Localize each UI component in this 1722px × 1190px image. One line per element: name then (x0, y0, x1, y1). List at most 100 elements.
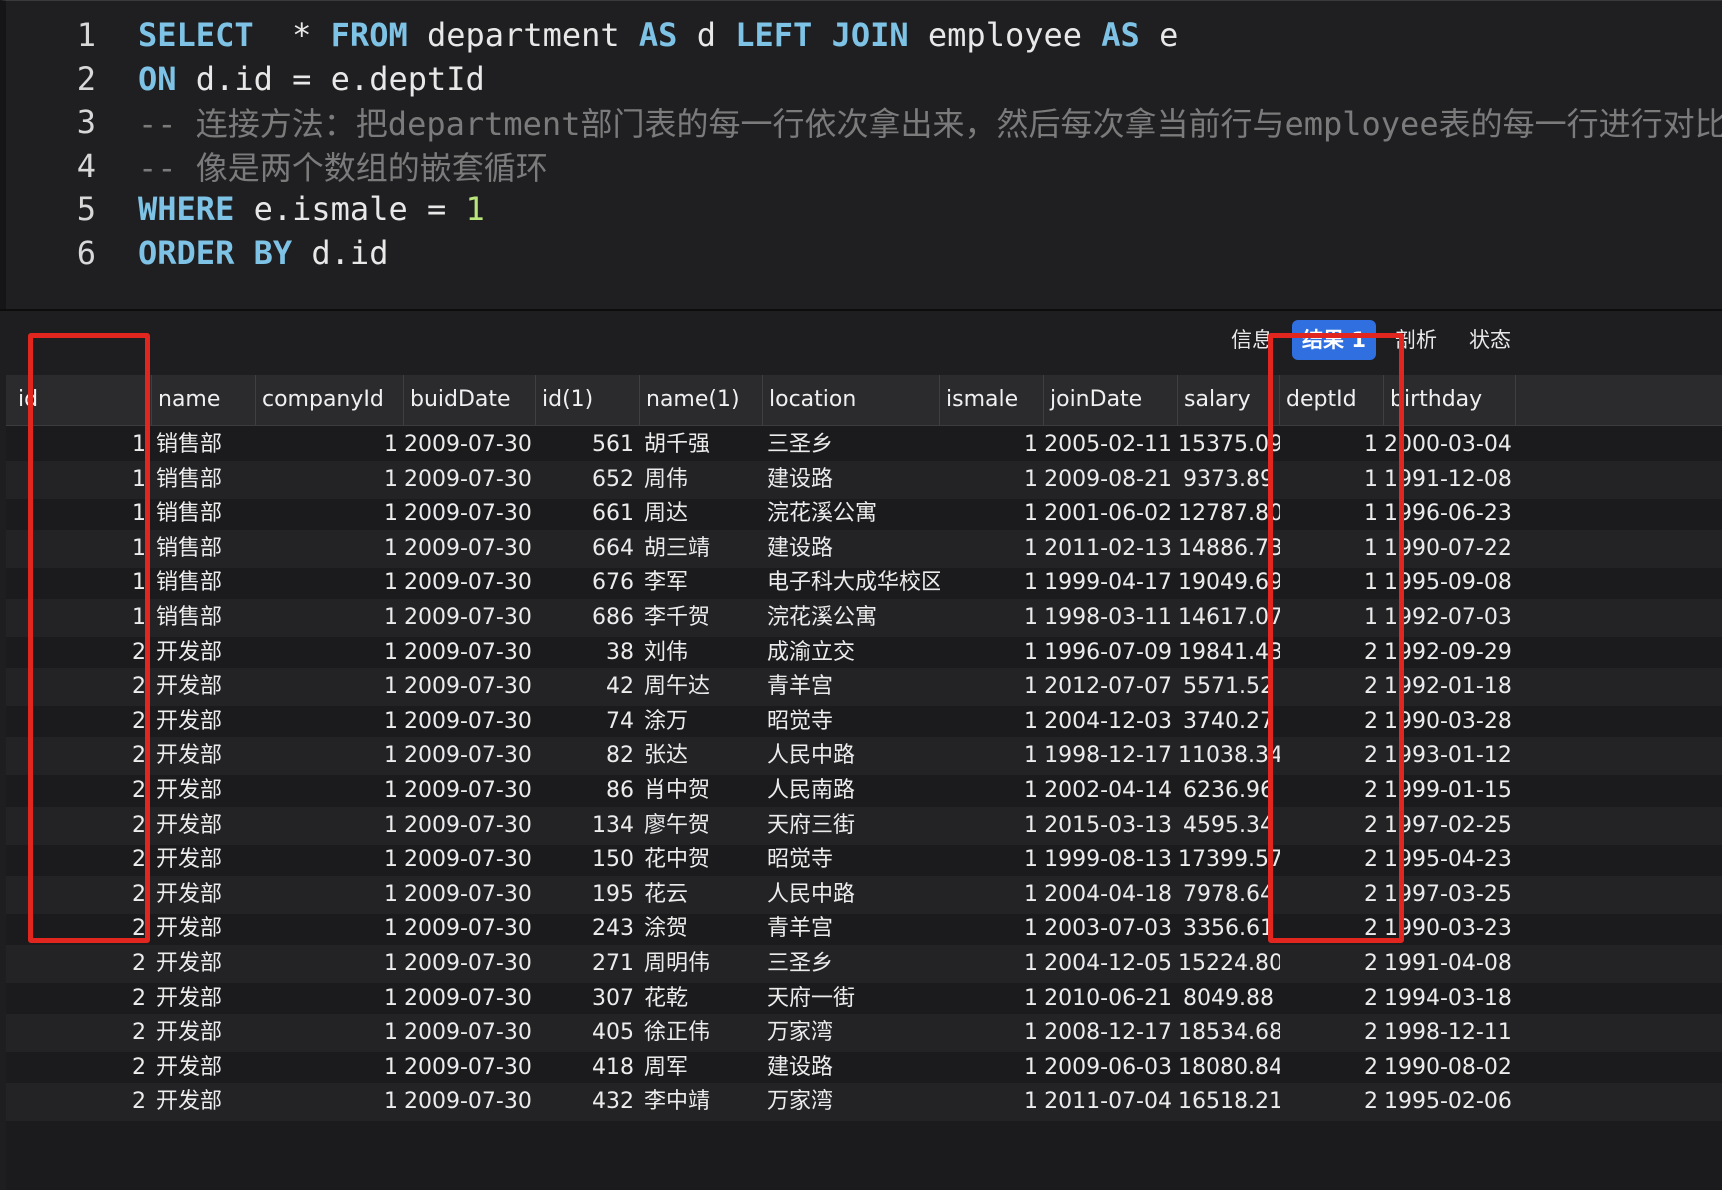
cell-birthday[interactable]: 1998-12-11 (1384, 1014, 1516, 1052)
tab-3[interactable]: 剖析 (1388, 320, 1444, 360)
table-row[interactable]: 1 销售部 1 2009-07-30 676 李军 电子科大成华校区 1 1999-04-17 1… (6, 564, 1722, 602)
cell-birthday[interactable]: 1997-03-25 (1384, 876, 1516, 914)
cell-id[interactable]: 2 (12, 980, 152, 1018)
cell-id[interactable]: 2 (12, 841, 152, 879)
cell-ismale[interactable]: 1 (940, 1049, 1044, 1087)
cell-companyId[interactable]: 1 (256, 945, 404, 983)
cell-buidDate[interactable]: 2009-07-30 (404, 668, 536, 706)
cell-name1[interactable]: 刘伟 (640, 634, 763, 672)
cell-deptId[interactable]: 1 (1280, 461, 1384, 499)
table-row[interactable]: 1 销售部 1 2009-07-30 661 周达 浣花溪公寓 1 2001-06-02 1278… (6, 495, 1722, 533)
cell-companyId[interactable]: 1 (256, 530, 404, 568)
cell-birthday[interactable]: 1996-06-23 (1384, 495, 1516, 533)
cell-name[interactable]: 开发部 (152, 807, 256, 845)
cell-ismale[interactable]: 1 (940, 599, 1044, 637)
table-row[interactable]: 2 开发部 1 2009-07-30 432 李中靖 万家湾 1 2011-07-04 16518… (6, 1083, 1722, 1122)
cell-ismale[interactable]: 1 (940, 807, 1044, 845)
cell-salary[interactable]: 19841.43 (1178, 634, 1280, 672)
cell-deptId[interactable]: 2 (1280, 945, 1384, 983)
cell-salary[interactable]: 3356.61 (1178, 910, 1280, 948)
table-row[interactable]: 1 销售部 1 2009-07-30 686 李千贺 浣花溪公寓 1 1998-03-11 146… (6, 599, 1722, 637)
cell-ismale[interactable]: 1 (940, 945, 1044, 983)
cell-birthday[interactable]: 1992-09-29 (1384, 634, 1516, 672)
cell-joinDate[interactable]: 1999-04-17 (1044, 564, 1178, 602)
cell-salary[interactable]: 4595.34 (1178, 807, 1280, 845)
cell-id[interactable]: 2 (12, 703, 152, 741)
sql-editor[interactable]: 1 SELECT * FROM department AS d LEFT JOIN… (0, 0, 1722, 310)
cell-deptId[interactable]: 2 (1280, 910, 1384, 948)
cell-salary[interactable]: 8049.88 (1178, 980, 1280, 1018)
cell-birthday[interactable]: 1991-12-08 (1384, 461, 1516, 499)
cell-joinDate[interactable]: 1998-03-11 (1044, 599, 1178, 637)
cell-id[interactable]: 2 (12, 807, 152, 845)
cell-name[interactable]: 开发部 (152, 876, 256, 914)
cell-buidDate[interactable]: 2009-07-30 (404, 876, 536, 914)
cell-ismale[interactable]: 1 (940, 910, 1044, 948)
cell-deptId[interactable]: 2 (1280, 772, 1384, 810)
cell-ismale[interactable]: 1 (940, 1014, 1044, 1052)
cell-companyId[interactable]: 1 (256, 876, 404, 914)
column-header-joinDate[interactable]: joinDate (1044, 375, 1178, 425)
cell-name[interactable]: 销售部 (152, 426, 256, 464)
cell-deptId[interactable]: 1 (1280, 426, 1384, 464)
cell-location[interactable]: 浣花溪公寓 (763, 495, 940, 533)
cell-name[interactable]: 开发部 (152, 1014, 256, 1052)
cell-companyId[interactable]: 1 (256, 668, 404, 706)
cell-id[interactable]: 1 (12, 426, 152, 464)
cell-joinDate[interactable]: 2009-08-21 (1044, 461, 1178, 499)
cell-name1[interactable]: 李军 (640, 564, 763, 602)
cell-ismale[interactable]: 1 (940, 737, 1044, 775)
cell-id1[interactable]: 676 (536, 564, 640, 602)
cell-id1[interactable]: 418 (536, 1049, 640, 1087)
cell-joinDate[interactable]: 2011-02-13 (1044, 530, 1178, 568)
cell-id1[interactable]: 661 (536, 495, 640, 533)
table-row[interactable]: 2 开发部 1 2009-07-30 307 花乾 天府一街 1 2010-06-21 8049.… (6, 980, 1722, 1018)
cell-salary[interactable]: 7978.64 (1178, 876, 1280, 914)
cell-joinDate[interactable]: 2002-04-14 (1044, 772, 1178, 810)
cell-name[interactable]: 开发部 (152, 1083, 256, 1121)
cell-salary[interactable]: 12787.80 (1178, 495, 1280, 533)
table-row[interactable]: 2 开发部 1 2009-07-30 195 花云 人民中路 1 2004-04-18 7978.… (6, 875, 1722, 914)
column-header-name1[interactable]: name(1) (640, 375, 763, 425)
cell-companyId[interactable]: 1 (256, 807, 404, 845)
table-row[interactable]: 2 开发部 1 2009-07-30 134 廖午贺 天府三街 1 2015-03-13 4595… (6, 806, 1722, 845)
cell-id[interactable]: 2 (12, 634, 152, 672)
cell-id1[interactable]: 150 (536, 841, 640, 879)
cell-id1[interactable]: 652 (536, 461, 640, 499)
cell-id1[interactable]: 38 (536, 634, 640, 672)
cell-joinDate[interactable]: 1999-08-13 (1044, 841, 1178, 879)
cell-location[interactable]: 万家湾 (763, 1014, 940, 1052)
cell-birthday[interactable]: 1990-08-02 (1384, 1049, 1516, 1087)
cell-id[interactable]: 2 (12, 945, 152, 983)
cell-location[interactable]: 昭觉寺 (763, 703, 940, 741)
cell-joinDate[interactable]: 2011-07-04 (1044, 1083, 1178, 1121)
cell-companyId[interactable]: 1 (256, 737, 404, 775)
cell-companyId[interactable]: 1 (256, 703, 404, 741)
table-row[interactable]: 1 销售部 1 2009-07-30 652 周伟 建设路 1 2009-08-21 9373.8… (6, 460, 1722, 499)
cell-buidDate[interactable]: 2009-07-30 (404, 980, 536, 1018)
cell-id1[interactable]: 86 (536, 772, 640, 810)
cell-ismale[interactable]: 1 (940, 668, 1044, 706)
tab-2[interactable]: 结果 1 (1292, 320, 1376, 360)
cell-joinDate[interactable]: 2009-06-03 (1044, 1049, 1178, 1087)
column-header-id[interactable]: id (12, 375, 152, 425)
cell-name[interactable]: 开发部 (152, 980, 256, 1018)
cell-joinDate[interactable]: 2003-07-03 (1044, 910, 1178, 948)
cell-location[interactable]: 天府三街 (763, 807, 940, 845)
table-row[interactable]: 2 开发部 1 2009-07-30 42 周午达 青羊宫 1 2012-07-07 5571.5… (6, 668, 1722, 707)
cell-salary[interactable]: 5571.52 (1178, 668, 1280, 706)
cell-id1[interactable]: 195 (536, 876, 640, 914)
cell-name1[interactable]: 李中靖 (640, 1083, 763, 1121)
cell-joinDate[interactable]: 2004-12-05 (1044, 945, 1178, 983)
cell-joinDate[interactable]: 2012-07-07 (1044, 668, 1178, 706)
cell-name[interactable]: 开发部 (152, 910, 256, 948)
cell-joinDate[interactable]: 2008-12-17 (1044, 1014, 1178, 1052)
cell-ismale[interactable]: 1 (940, 841, 1044, 879)
cell-salary[interactable]: 11038.34 (1178, 737, 1280, 775)
cell-deptId[interactable]: 2 (1280, 807, 1384, 845)
cell-deptId[interactable]: 2 (1280, 841, 1384, 879)
cell-location[interactable]: 电子科大成华校区 (763, 564, 940, 602)
cell-deptId[interactable]: 2 (1280, 1014, 1384, 1052)
cell-joinDate[interactable]: 2015-03-13 (1044, 807, 1178, 845)
cell-salary[interactable]: 18534.68 (1178, 1014, 1280, 1052)
